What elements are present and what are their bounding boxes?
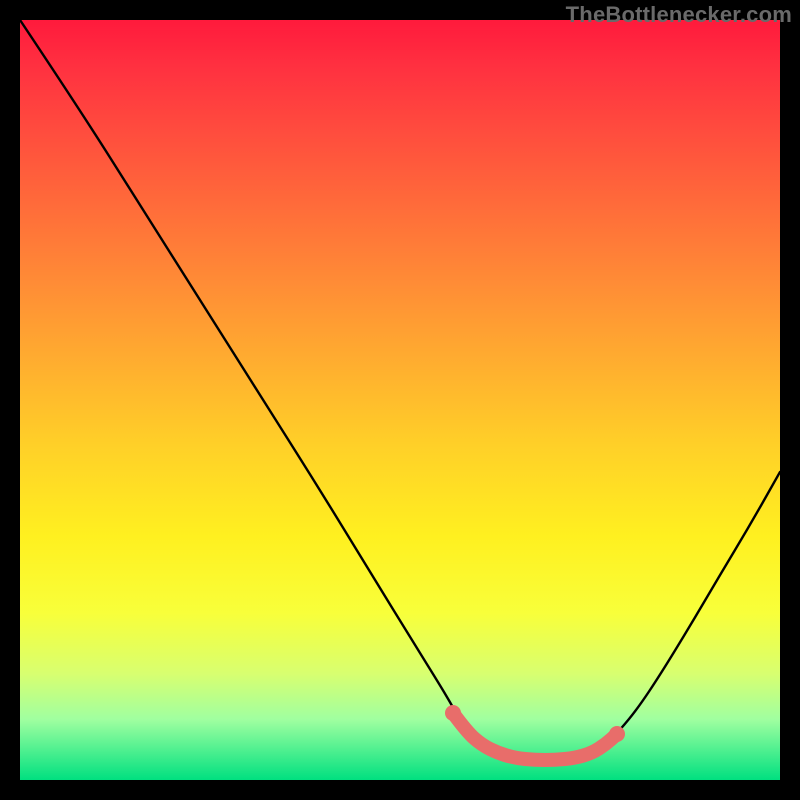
marker-layer [20,20,780,780]
optimal-band-end-dot [609,726,625,742]
optimal-band-start-dot [445,705,461,721]
plot-area [20,20,780,780]
chart-frame: TheBottlenecker.com [0,0,800,800]
optimal-band-line [453,713,617,760]
watermark-text: TheBottlenecker.com [566,2,792,28]
